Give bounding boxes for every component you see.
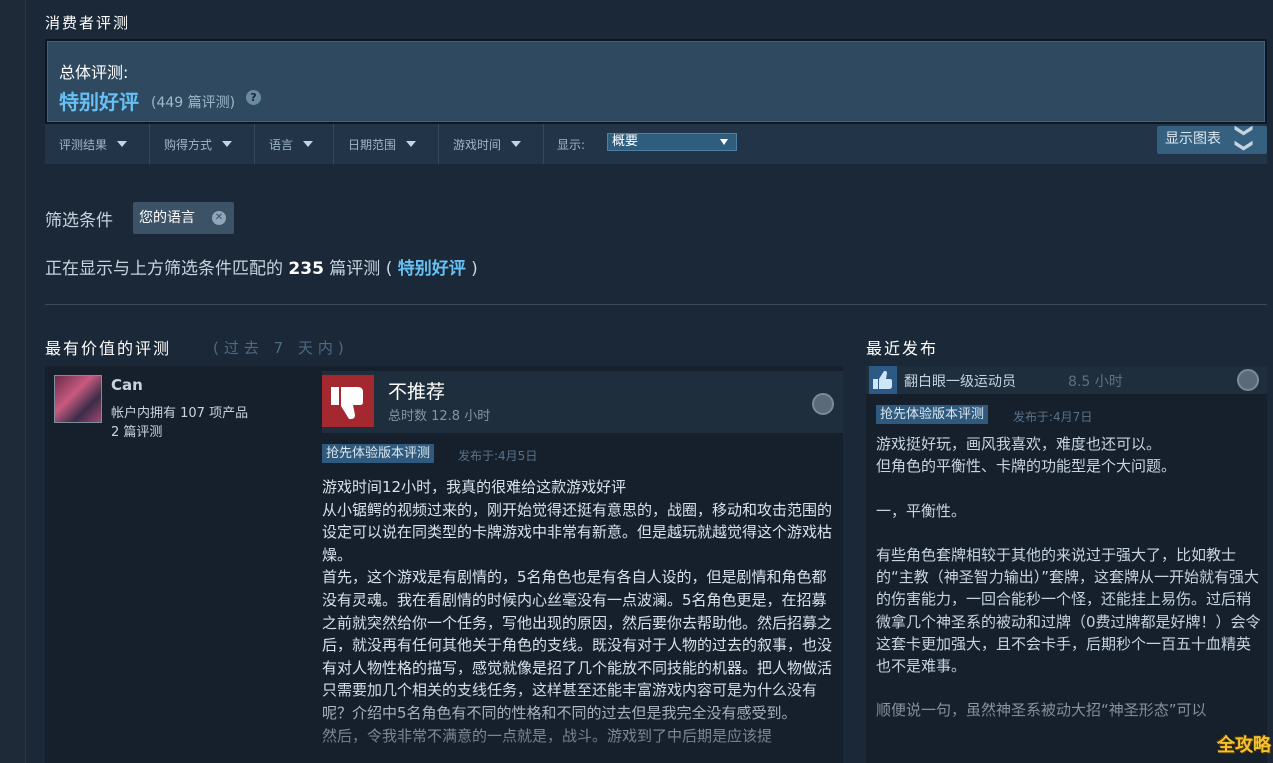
dropdown-arrow-icon [117,141,128,147]
showing-rating: 特别好评 [397,259,466,279]
dropdown-arrow-icon [222,141,233,147]
section-divider [45,304,1267,305]
dropdown-arrow-icon [406,141,417,147]
steam-icon [1237,369,1259,391]
close-icon[interactable]: ✕ [212,211,226,225]
reviewer-name[interactable]: Can [111,376,143,394]
filter-language[interactable]: 语言 [255,124,334,164]
dropdown-arrow-icon [511,141,522,147]
filter-review-type[interactable]: 评测结果 [45,124,150,164]
review-hours: 总时数 12.8 小时 [388,409,491,424]
left-edge-panel [0,0,26,763]
display-label: 显示: [557,137,586,152]
dropdown-arrow-icon [303,141,314,147]
early-access-tag: 抢先体验版本评测 [876,405,989,424]
reviewer-reviews[interactable]: 2 篇评测 [111,421,162,440]
filter-label: 语言 [269,137,294,152]
active-filters-label: 筛选条件 [45,211,113,231]
overall-review-summary: 总体评测: 特别好评 (449 篇评测) ? [45,39,1267,124]
showing-prefix: 正在显示与上方筛选条件匹配的 [45,259,289,279]
filter-date-range[interactable]: 日期范围 [334,124,439,164]
filter-label: 日期范围 [348,137,397,152]
show-graph-label: 显示图表 [1165,131,1221,147]
review-verdict: 不推荐 [388,381,446,403]
summary-label: 总体评测: [59,63,129,82]
watermark-logo: 全攻略 [1217,735,1271,756]
filter-label: 购得方式 [164,137,213,152]
dropdown-arrow-icon [720,139,728,145]
reviewer-products[interactable]: 帐户内拥有 107 项产品 [111,402,248,421]
most-helpful-period: (过去 7 天内) [213,339,349,357]
section-title: 消费者评测 [45,14,131,32]
summary-rating[interactable]: 特别好评 [59,86,139,115]
recent-title: 最近发布 [866,339,939,358]
showing-suffix: ) [465,259,478,279]
showing-count: 235 [288,259,324,279]
summary-count: (449 篇评测) [151,95,236,111]
showing-count-line: 正在显示与上方筛选条件匹配的 235 篇评测 ( 特别好评 ) [45,254,478,279]
recent-reviewer-name[interactable]: 翻白眼一级运动员 [904,371,1016,391]
recent-review-hours: 8.5 小时 [1068,374,1123,390]
thumbs-up-icon [869,366,897,394]
show-graph-button[interactable]: 显示图表 ❯❯ [1157,122,1267,154]
review-fade-overlay [322,686,843,763]
help-icon[interactable]: ? [246,90,261,105]
avatar[interactable] [54,375,102,423]
filter-playtime[interactable]: 游戏时间 [439,124,544,164]
chevron-down-icon: ❯❯ [1233,122,1255,154]
filter-label: 游戏时间 [453,137,502,152]
showing-mid: 篇评测 ( [323,259,398,279]
review-card: Can 帐户内拥有 107 项产品 2 篇评测 不推荐 总时数 12.8 小时 … [45,366,843,763]
filter-purchase-type[interactable]: 购得方式 [150,124,255,164]
review-filter-bar: 评测结果 购得方式 语言 日期范围 游戏时间 显示: 概要 显示图表 ❯❯ [45,122,1267,164]
steam-icon [812,393,834,415]
filter-label: 评测结果 [59,137,108,152]
recent-review-card: 翻白眼一级运动员 8.5 小时 抢先体验版本评测 发布于:4月7日 游戏挺好玩，… [866,366,1267,763]
active-filter-tag-label: 您的语言 [139,210,195,226]
display-select[interactable]: 概要 [607,133,737,151]
early-access-tag: 抢先体验版本评测 [322,444,435,463]
display-select-value: 概要 [612,134,639,149]
most-helpful-title: 最有价值的评测 [45,339,172,358]
review-posted-date: 发布于:4月5日 [458,449,538,463]
active-filter-tag[interactable]: 您的语言 ✕ [133,202,234,234]
recent-review-header[interactable]: 翻白眼一级运动员 8.5 小时 [866,366,1267,394]
review-vote-header[interactable]: 不推荐 总时数 12.8 小时 [322,371,843,433]
recent-review-posted-date: 发布于:4月7日 [1013,410,1093,424]
thumbs-down-icon [322,375,374,427]
